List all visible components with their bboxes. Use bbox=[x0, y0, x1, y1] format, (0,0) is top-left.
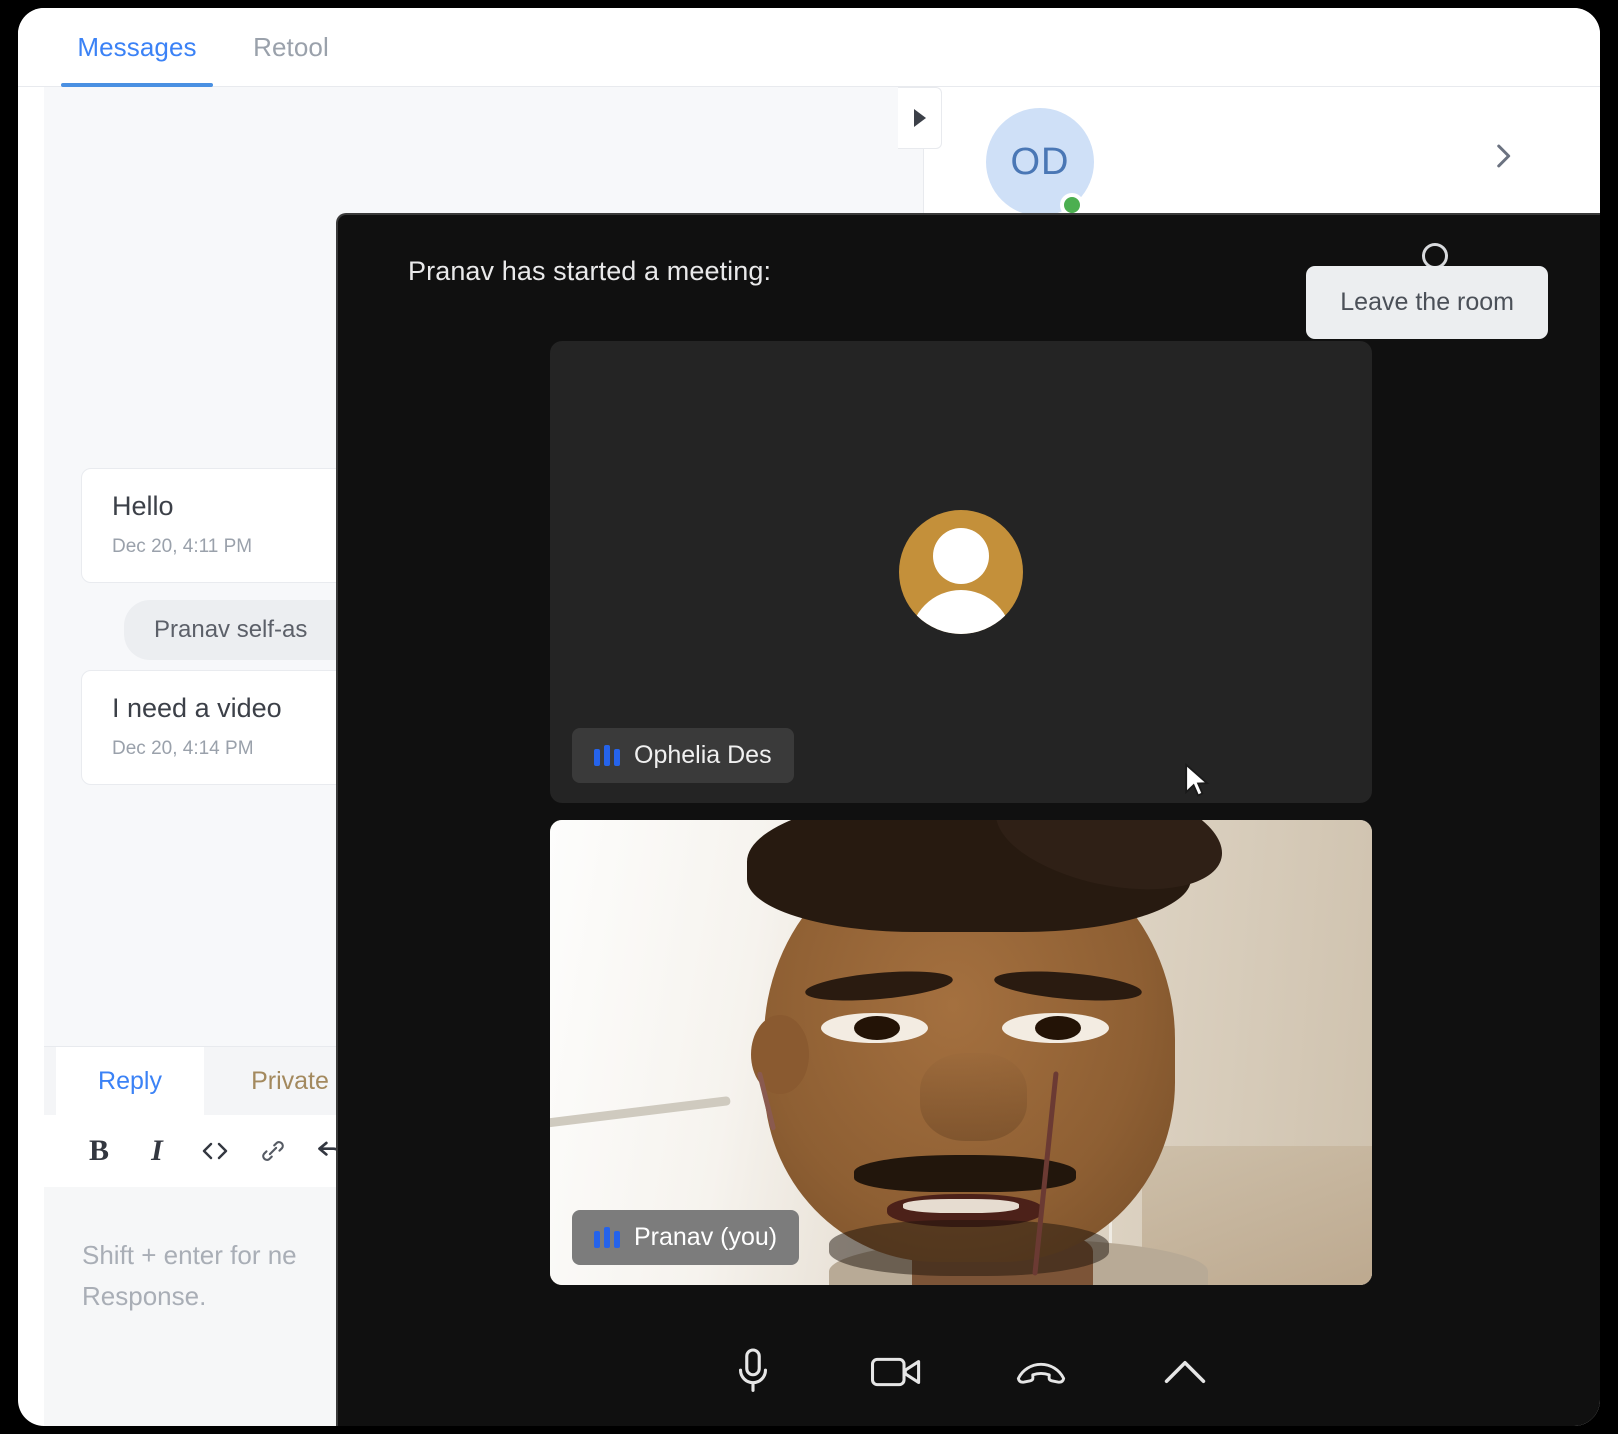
tab-retool-label: Retool bbox=[253, 32, 329, 62]
participant-name-badge: Ophelia Des bbox=[572, 728, 794, 783]
tab-reply[interactable]: Reply bbox=[56, 1047, 204, 1115]
microphone-button[interactable] bbox=[718, 1337, 788, 1407]
link-button[interactable] bbox=[244, 1125, 302, 1177]
participant-avatar-placeholder bbox=[899, 510, 1023, 634]
camera-button[interactable] bbox=[862, 1337, 932, 1407]
chevron-up-icon bbox=[1164, 1361, 1206, 1383]
video-camera-icon bbox=[870, 1357, 921, 1387]
avatar-initials: OD bbox=[1010, 140, 1070, 183]
tab-retool[interactable]: Retool bbox=[231, 8, 351, 87]
link-icon bbox=[262, 1141, 284, 1161]
italic-button[interactable]: I bbox=[128, 1125, 186, 1177]
hangup-button[interactable] bbox=[1006, 1337, 1076, 1407]
participant-tile-ophelia[interactable]: Ophelia Des bbox=[550, 341, 1372, 803]
leave-room-button[interactable]: Leave the room bbox=[1306, 266, 1548, 339]
meeting-controls bbox=[338, 1302, 1600, 1426]
tab-messages[interactable]: Messages bbox=[61, 8, 213, 87]
microphone-icon bbox=[738, 1348, 768, 1392]
meeting-overlay: Pranav has started a meeting: Leave the … bbox=[336, 213, 1600, 1426]
meeting-title: Pranav has started a meeting: bbox=[408, 256, 772, 286]
code-icon bbox=[202, 1142, 228, 1160]
mouse-cursor bbox=[1185, 763, 1210, 797]
participant-tile-pranav[interactable]: Pranav (you) bbox=[550, 820, 1372, 1285]
bold-button[interactable]: B bbox=[70, 1125, 128, 1177]
participant-name-badge: Pranav (you) bbox=[572, 1210, 800, 1265]
window-surface: Messages Retool Hello Dec 20, 4:11 PM Pr… bbox=[18, 8, 1600, 1426]
tab-messages-label: Messages bbox=[77, 32, 197, 62]
code-button[interactable] bbox=[186, 1125, 244, 1177]
participant-name: Ophelia Des bbox=[634, 741, 772, 769]
more-options-button[interactable] bbox=[1150, 1337, 1220, 1407]
audio-level-icon bbox=[594, 745, 620, 766]
top-tab-bar: Messages Retool bbox=[18, 8, 1600, 87]
phone-hangup-icon bbox=[1016, 1362, 1066, 1384]
chevron-right-icon[interactable] bbox=[1486, 139, 1520, 173]
app-root: Messages Retool Hello Dec 20, 4:11 PM Pr… bbox=[0, 0, 1618, 1434]
tab-reply-label: Reply bbox=[98, 1066, 162, 1095]
audio-level-icon bbox=[594, 1227, 620, 1248]
play-triangle-icon[interactable] bbox=[898, 87, 942, 149]
participant-name: Pranav (you) bbox=[634, 1223, 778, 1251]
tab-private-label: Private bbox=[251, 1066, 329, 1095]
